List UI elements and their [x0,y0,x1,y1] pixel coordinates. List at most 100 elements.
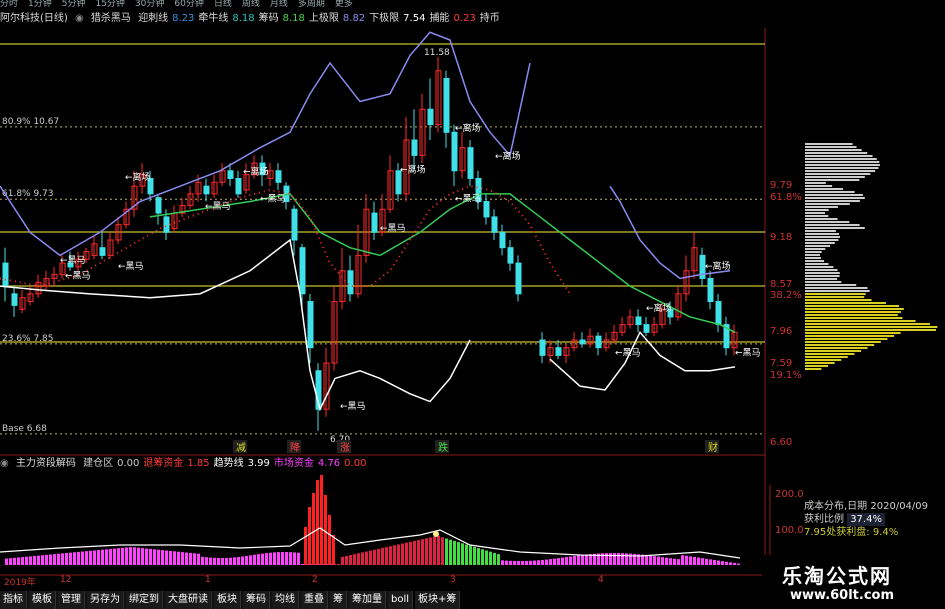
fund-bar [513,560,516,565]
fund-bar [165,550,168,565]
bottom-tab-4[interactable]: 绑定到 [126,591,163,609]
fund-bar [609,553,612,565]
indicator-name[interactable]: 猎杀黑马 [91,13,131,24]
bottom-tab-13[interactable]: 板块+筹 [415,591,461,609]
volume-profile-bar [805,293,866,295]
fund-bar [177,551,180,565]
fund-bar [25,556,28,565]
info-value-0: 8.23 [172,13,195,24]
fund-bar [369,550,372,565]
period-tab-3[interactable]: 15分钟 [95,0,124,8]
volume-profile-bar [805,251,822,253]
fund-bar [521,560,524,565]
spike-bar [312,493,315,565]
info-label-6: 持币 [479,13,500,24]
fund-bar [649,555,652,565]
period-tab-2[interactable]: 5分钟 [62,0,86,8]
fund-bar [385,547,388,565]
info-value-5: 0.23 [453,13,476,24]
period-tab-6[interactable]: 日线 [214,0,232,8]
fund-bar [693,556,696,565]
fund-bar [657,556,660,565]
bottom-tab-11[interactable]: 筹加量 [349,591,386,609]
fund-bar [121,547,124,565]
fund-bar [469,545,472,565]
period-tab-5[interactable]: 60分钟 [174,0,203,8]
cost-distribution-box: 成本分布,日期 2020/04/09 获利比例 37.4% 7.95处获利盘: … [804,500,945,555]
volume-profile-bar [805,260,824,262]
watermark-logo: 乐淘公式网 www.60lt.com [762,555,945,609]
fund-bar [113,548,116,565]
volume-profile-bar [805,320,916,322]
volume-profile-bar [805,314,898,316]
event-label: 跌 [438,441,448,454]
bottom-tab-0[interactable]: 指标 [0,591,27,609]
period-tab-0[interactable]: 分时 [0,0,18,8]
bottom-tabs[interactable]: 指标 模板 管理 另存为 绑定到 大盘研读 板块 筹码 均线 重叠筹筹加量 boll 板块+筹 [0,591,461,609]
fund-bar [709,559,712,565]
bottom-tab-8[interactable]: 均线 [272,591,299,609]
right-axis-label: 6.60 [770,437,792,448]
bottom-tab-5[interactable]: 大盘研读 [165,591,212,609]
volume-profile-bar [805,182,826,184]
fund-bar [473,546,476,565]
candle-body [427,108,434,126]
right-axis-label: 7.96 [770,326,792,337]
info-label-4: 下极限 [369,13,400,24]
date-tick-5: 4 [598,575,604,585]
volume-profile-bar [805,344,875,346]
bottom-tab-7[interactable]: 筹码 [243,591,270,609]
horse-signal: ←黑马 [455,194,481,205]
period-tab-4[interactable]: 30分钟 [135,0,164,8]
spike-bar [332,535,335,565]
fund-bar [229,557,232,565]
period-tab-7[interactable]: 周线 [242,0,260,8]
exit-signal: ←离场 [400,163,426,175]
bottom-tab-10[interactable]: 筹 [330,591,347,609]
settings-icon[interactable]: ◉ [75,13,84,24]
bottom-tab-3[interactable]: 另存为 [87,591,124,609]
candle-body [491,216,498,233]
right-axis-label: 7.59 [770,358,792,369]
fund-bar [437,535,440,565]
info-value-1: 8.18 [232,13,255,24]
bottom-tab-1[interactable]: 模板 [29,591,56,609]
volume-profile-bar [805,164,880,166]
bottom-tab-2[interactable]: 管理 [58,591,85,609]
bottom-tab-9[interactable]: 重叠 [301,591,328,609]
sub-label-2: 趋势线 [213,458,244,469]
volume-profile-bar [805,188,844,190]
volume-profile-bar [805,173,871,175]
date-tick-1: 12 [60,575,72,585]
period-tab-1[interactable]: 1分钟 [28,0,52,8]
fund-bar [61,553,64,565]
right-axis-label: 61.8% [770,192,802,203]
fund-bar [17,557,20,565]
volume-profile-bar [805,332,901,334]
fund-bar [141,548,144,565]
period-tab-9[interactable]: 多周期 [298,0,325,8]
fund-bar [529,560,532,565]
fund-bar [149,548,152,565]
bottom-tab-6[interactable]: 板块 [214,591,241,609]
volume-profile-bar [805,350,861,352]
candle-body [299,247,306,295]
sub-label-3: 市场资金 [273,458,314,469]
settings-icon[interactable]: ◉ [0,458,9,469]
fund-bar [189,552,192,565]
sub-indicator-name[interactable]: 主力资段解码 [16,458,76,469]
period-tab-8[interactable]: 月线 [270,0,288,8]
fund-bar [673,558,676,565]
fund-bar [565,557,568,565]
fund-bar [441,537,444,565]
sub-label-1: 退筹资金 [143,458,184,469]
period-tabs[interactable]: 分时 1分钟 5分钟 15分钟 30分钟 60分钟 日线 周线 月线 多周期 更多 [0,0,945,8]
fund-bar [205,557,208,565]
fund-bar [645,555,648,565]
bottom-tab-12[interactable]: boll [388,591,414,609]
fund-bar [653,556,656,565]
period-tab-10[interactable]: 更多 [335,0,353,8]
fund-bar [549,559,552,565]
fund-bar [613,553,616,565]
fund-bar [285,552,288,565]
